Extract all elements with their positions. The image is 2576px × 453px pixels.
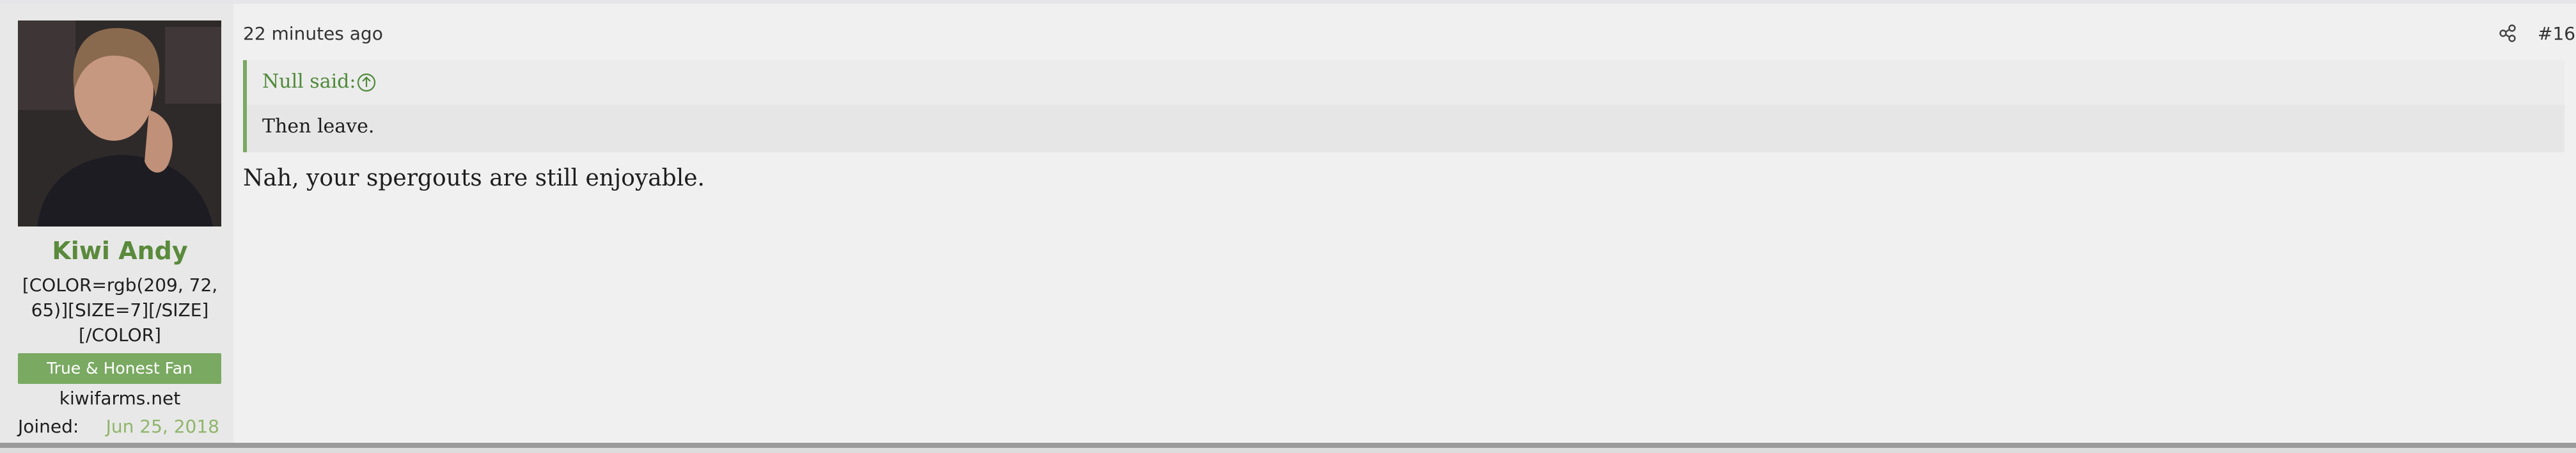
post-body: Nah, your spergouts are still enjoyable.: [243, 165, 705, 191]
joined-label: Joined:: [18, 416, 79, 437]
user-title: [COLOR=rgb(209, 72, 65)][SIZE=7][/SIZE][…: [22, 274, 218, 346]
post-timestamp[interactable]: 22 minutes ago: [243, 23, 383, 44]
joined-value: Jun 25, 2018: [106, 416, 219, 437]
avatar-photo: [18, 20, 221, 226]
quote-author[interactable]: Null said:: [262, 70, 356, 93]
user-banner: True & Honest Fan: [18, 353, 221, 384]
arrow-up-circle-icon[interactable]: [356, 72, 377, 93]
user-sidebar: Kiwi Andy [COLOR=rgb(209, 72, 65)][SIZE=…: [0, 4, 233, 443]
quote-block: Null said: Then leave.: [243, 60, 2564, 152]
post-number[interactable]: #16: [2538, 23, 2575, 44]
quote-header: Null said:: [247, 60, 2564, 105]
user-site: kiwifarms.net: [59, 388, 181, 409]
post: Kiwi Andy [COLOR=rgb(209, 72, 65)][SIZE=…: [0, 0, 2576, 448]
username[interactable]: Kiwi Andy: [0, 237, 240, 265]
share-icon[interactable]: [2497, 23, 2518, 44]
quote-text: Then leave.: [262, 115, 375, 138]
avatar[interactable]: [18, 20, 221, 226]
